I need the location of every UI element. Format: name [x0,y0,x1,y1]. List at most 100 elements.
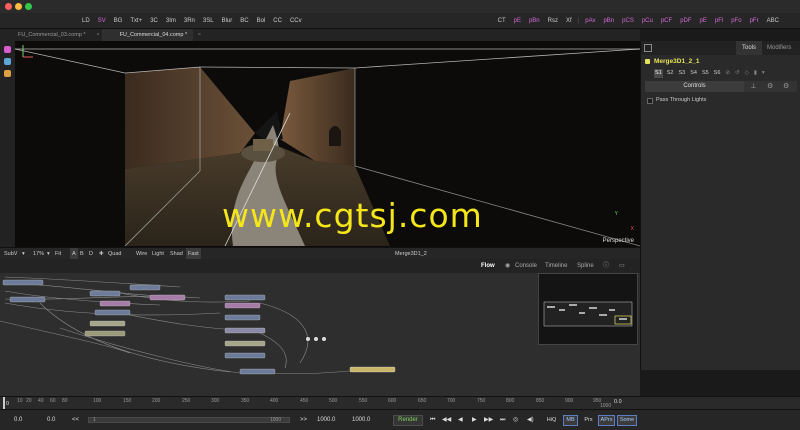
toolbar-button-pav[interactable]: pAv [581,13,599,28]
toolbar-button-color-curves[interactable]: CCv [286,13,306,28]
panel-collapse-icon[interactable] [644,44,652,52]
slot-s6[interactable]: S6 [713,69,722,78]
tab-spline[interactable]: Spline [577,259,594,273]
lock-icon[interactable]: ⊘ [724,69,731,78]
toolbar-button-loader[interactable]: LD [78,13,94,28]
toolbar-button-abc[interactable]: ABC [763,13,783,28]
toolbar-button-pbn[interactable]: pBn [525,13,544,28]
play-reverse-icon[interactable]: ◀ [458,410,463,430]
toolbar-button-pfl[interactable]: pFl [711,13,727,28]
zoom-window-icon[interactable] [25,3,32,10]
toolbar-button-spotlight3d[interactable]: 3SL [199,13,218,28]
slot-s5[interactable]: S5 [701,69,710,78]
color-swatch-icon[interactable]: ▮ [753,69,758,78]
render-button[interactable]: Render [393,415,423,426]
go-to-start-icon[interactable]: ⏮ [430,410,435,430]
flow-navigator[interactable] [538,273,638,345]
slot-s3[interactable]: S3 [677,69,686,78]
light-tool-icon[interactable] [4,70,11,77]
tab-commercial-04[interactable]: FU_Commercial_04.comp * × [101,29,201,41]
minimize-window-icon[interactable] [15,3,22,10]
go-to-end-icon[interactable]: ⏭ [500,410,505,430]
toolbar-button-pdf[interactable]: pDF [676,13,695,28]
close-tab-icon[interactable]: × [198,29,201,41]
toolbar-button-text-plus[interactable]: Txt+ [126,13,146,28]
toolbar-button-blur[interactable]: Blur [218,13,237,28]
info-icon[interactable]: ⓘ [603,259,609,273]
close-window-icon[interactable] [5,3,12,10]
toolbar-button-pe-2[interactable]: pE [696,13,711,28]
camera-label[interactable]: Perspective [603,238,634,244]
transform-tool-icon[interactable] [4,58,11,65]
pin-icon[interactable]: ◇ [744,69,750,78]
step-back-icon[interactable]: ◀◀ [442,410,451,430]
slot-s4[interactable]: S4 [689,69,698,78]
loop-icon[interactable]: ◎ [513,410,518,430]
pass-through-lights-checkbox[interactable] [647,98,653,104]
toolbar-button-pfr[interactable]: pFr [746,13,763,28]
toolbar-button-brightness-contrast[interactable]: BC [236,13,252,28]
settings-gear-icon[interactable]: ⚙ [767,82,773,91]
audio-icon[interactable]: ◀) [527,410,534,430]
node-flow-area[interactable] [0,273,640,396]
toolbar-button-pcf[interactable]: pCF [657,13,676,28]
scrub-right-button[interactable]: >> [300,410,307,430]
toolbar-button-pbn-2[interactable]: pBn [599,13,618,28]
prx-button[interactable]: Prx [582,415,595,426]
tab-timeline[interactable]: Timeline [545,259,567,273]
slot-s2[interactable]: S2 [666,69,675,78]
toolbar-button-renderer3d[interactable]: 3Rn [180,13,199,28]
viewer-toolbar: SubV ▾ 17% ▾ Fit A B D ✚ Quad Wire Light… [0,247,640,260]
selected-node-merge3d[interactable] [349,366,396,373]
render-start-field[interactable]: 0.0 [47,410,55,430]
step-forward-icon[interactable]: ▶▶ [484,410,493,430]
toolbar-button-pe[interactable]: pE [510,13,525,28]
toolbar-button-resize[interactable]: Rsz [544,13,562,28]
console-icon[interactable]: ◉ [505,259,510,273]
paint-tool-icon[interactable] [4,46,11,53]
hiq-button[interactable]: HiQ [544,415,559,426]
tab-console[interactable]: Console [515,259,537,273]
reset-icon[interactable]: ↺ [734,69,741,78]
toolbar-button-background[interactable]: BG [110,13,127,28]
toolbar-button-transform[interactable]: Xf [562,13,576,28]
global-end-field[interactable]: 1000.0 [352,410,370,430]
toolbar-spacer [306,13,494,28]
global-start-field[interactable]: 0.0 [14,410,22,430]
viewer-3d[interactable]: www.cgtsj.com Y X Perspective [15,41,640,247]
ruler-tick-label: 10 [17,398,23,404]
toolbar-button-ct[interactable]: CT [494,13,510,28]
toolbar-button-saver[interactable]: SV [94,13,110,28]
some-button[interactable]: Some [617,415,637,426]
toolbar-button-pfo[interactable]: pFo [727,13,745,28]
tab-flow[interactable]: Flow [481,259,495,273]
toolbar-button-pcu[interactable]: pCu [638,13,657,28]
toolbar-button-color-corrector[interactable]: CC [269,13,286,28]
chat-icon[interactable]: ▭ [619,259,625,273]
ruler-tick-label: 750 [477,398,486,404]
render-end-field[interactable]: 1000.0 [317,410,335,430]
options-dropdown-icon[interactable]: ▾ [761,69,766,78]
toolbar-button-camera3d[interactable]: 3C [146,13,162,28]
close-tab-icon[interactable]: × [96,29,99,41]
tab-modifiers[interactable]: Modifiers [767,41,791,55]
toolbar-button-pcs[interactable]: pCS [618,13,638,28]
tab-commercial-03[interactable]: FU_Commercial_03.comp * × [0,29,100,41]
toolbar-button-bol[interactable]: Bol [253,13,270,28]
mb-button[interactable]: MB [563,415,578,426]
transform-tab-icon[interactable]: ⟂ [751,82,756,91]
tunnel-arch [329,126,341,146]
aprx-button[interactable]: APrx [598,415,615,426]
scrub-left-button[interactable]: << [72,410,79,430]
tab-controls[interactable]: Controls [645,81,744,92]
node-enable-checkbox[interactable] [645,59,650,64]
toolbar-button-image-plane3d[interactable]: 3Im [162,13,180,28]
time-ruler[interactable]: 0 10 20 40 60 80 100 150 200 250 300 350… [0,396,800,410]
tab-tools[interactable]: Tools [736,41,762,55]
ruler-tick-label: 850 [536,398,545,404]
settings-tab-icon[interactable]: ⚙ [783,82,789,91]
node-connections [0,276,361,375]
slot-s1[interactable]: S1 [654,69,663,78]
range-scrubber[interactable] [88,417,290,423]
play-icon[interactable]: ▶ [472,410,477,430]
